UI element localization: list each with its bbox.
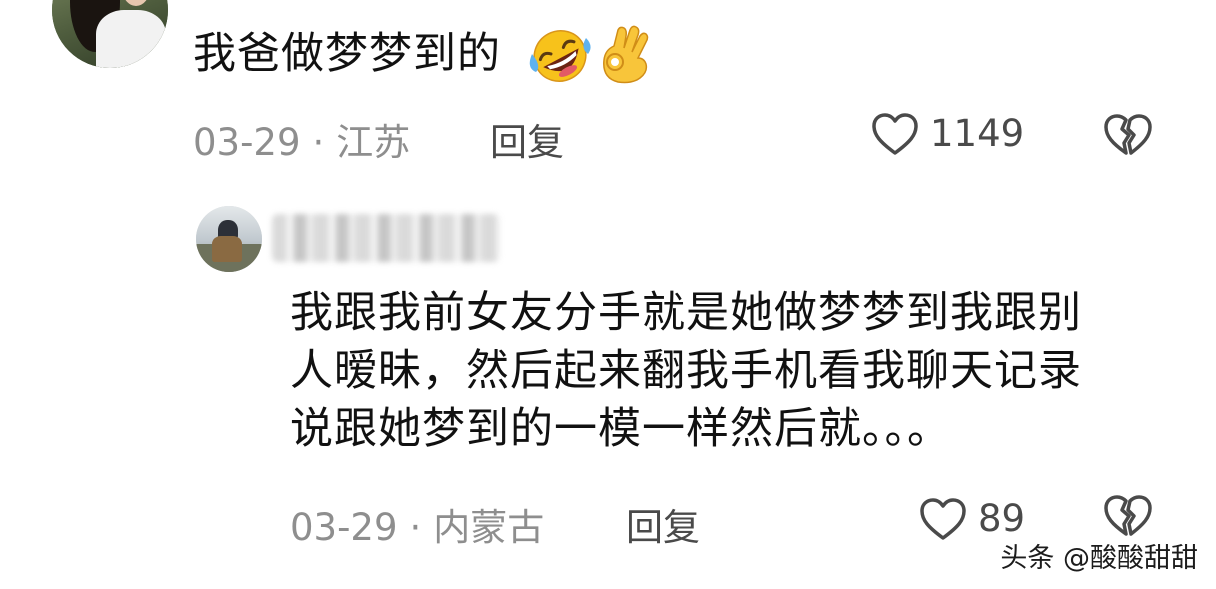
- comment-meta: 03-29 · 江苏: [193, 112, 410, 166]
- broken-heart-icon[interactable]: [1102, 111, 1154, 159]
- comment-text: 我爸做梦梦到的: [193, 26, 501, 82]
- watermark: 头条 @酸酸甜甜: [1000, 543, 1198, 574]
- ok-hand-emoji: [603, 25, 649, 84]
- reply-button[interactable]: 回复: [626, 497, 700, 551]
- comment-meta: 03-29 · 内蒙古: [290, 497, 544, 551]
- comment-date: 03-29: [193, 121, 301, 164]
- rolling-laughing-emoji: [529, 30, 591, 82]
- comment-location: 内蒙古: [433, 506, 545, 549]
- comment-line: 说跟她梦到的一模一样然后就。。。: [290, 404, 951, 454]
- like-count: 1149: [930, 112, 1025, 155]
- broken-heart-icon[interactable]: [1102, 492, 1154, 540]
- blurred-username[interactable]: [272, 214, 500, 262]
- meta-separator: ·: [312, 121, 325, 164]
- heart-outline-icon[interactable]: [918, 496, 968, 542]
- comment-date: 03-29: [290, 506, 398, 549]
- meta-separator: ·: [409, 506, 422, 549]
- heart-outline-icon[interactable]: [870, 111, 920, 157]
- avatar[interactable]: [52, 0, 168, 68]
- comment-text: 我跟我前女友分手就是她做梦梦到我跟别 人暧昧，然后起来翻我手机看我聊天记录 说跟…: [290, 284, 1170, 458]
- comment-location: 江苏: [336, 121, 411, 164]
- avatar[interactable]: [196, 206, 262, 272]
- comment-body: 我爸做梦梦到的: [193, 29, 501, 79]
- comment-line: 人暧昧，然后起来翻我手机看我聊天记录: [290, 346, 1082, 396]
- comment-line: 我跟我前女友分手就是她做梦梦到我跟别: [290, 288, 1082, 338]
- like-count: 89: [978, 497, 1026, 540]
- reply-button[interactable]: 回复: [490, 112, 564, 166]
